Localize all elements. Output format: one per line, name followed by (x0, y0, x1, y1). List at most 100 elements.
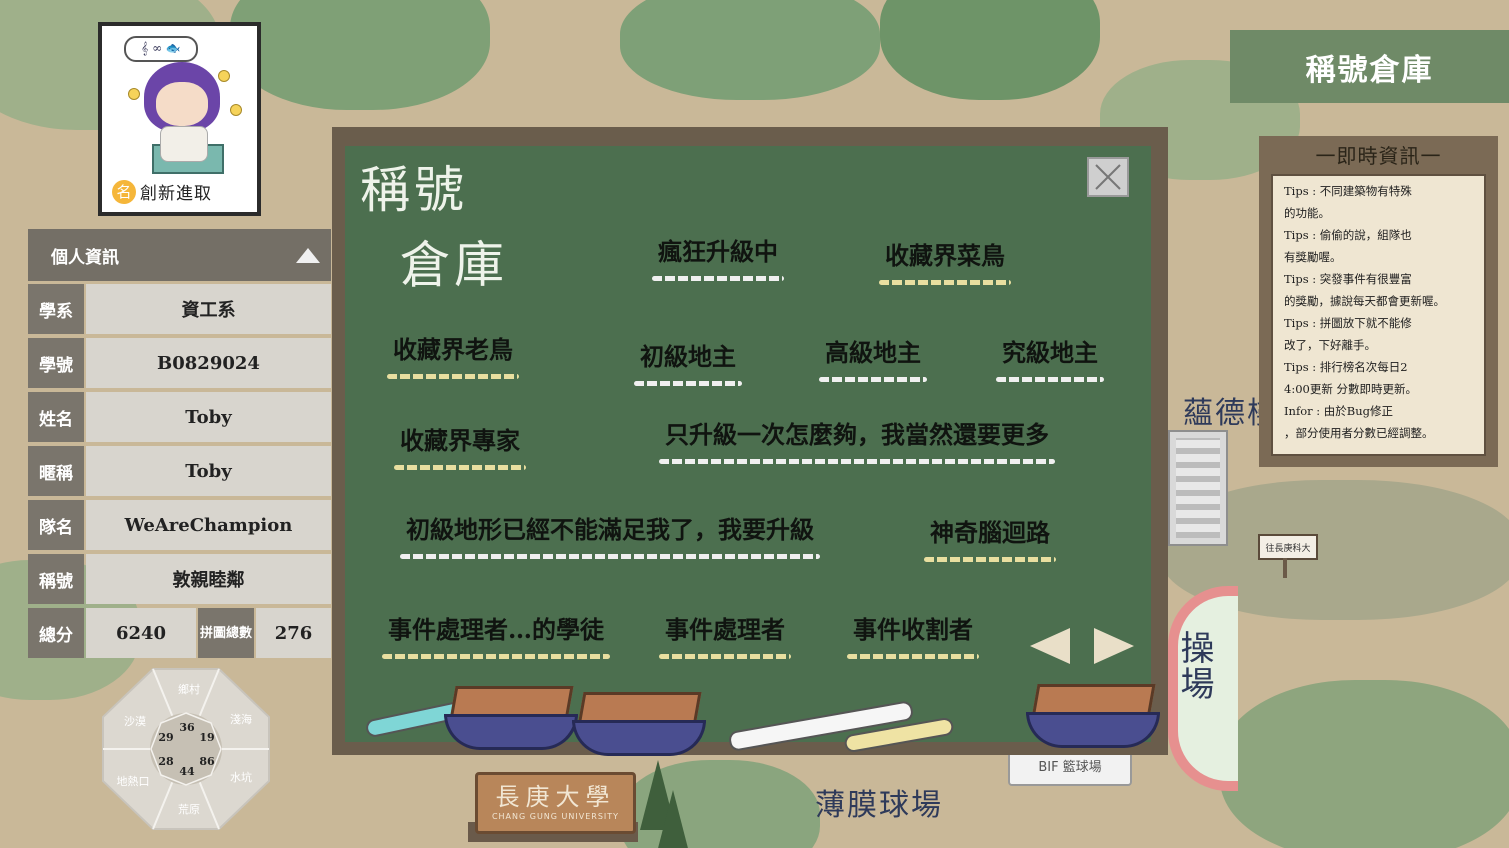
lightbulb-icon (218, 70, 230, 82)
name-badge-icon: 名 (112, 179, 136, 204)
map-terrain (620, 0, 880, 100)
info-row-student-id: 學號 B0829024 (28, 338, 331, 388)
chalk-underline (996, 377, 1104, 382)
info-row-title: 稱號 敦親睦鄰 (28, 554, 331, 604)
lightbulb-icon (128, 88, 140, 100)
title-option[interactable]: 初級地形已經不能滿足我了，我要升級 (400, 510, 820, 559)
title-option-label: 事件處理者…的學徒 (388, 615, 604, 644)
news-line: 4:00更新 分數即時更新。 (1284, 382, 1417, 396)
terrain-value-geothermal: 28 (158, 755, 174, 768)
eraser (444, 686, 578, 750)
title-option-label: 事件處理者 (665, 615, 785, 644)
direction-sign: 往長庚科大 (1258, 534, 1318, 560)
tree (655, 790, 691, 848)
news-line: Tips : 不同建築物有特殊 (1284, 184, 1412, 198)
court-label: 薄膜球場 (815, 788, 943, 823)
title-option[interactable]: 只升級一次怎麼夠，我當然還要更多 (659, 415, 1055, 464)
page-title: 稱號倉庫 (1230, 30, 1509, 103)
board-title-line1: 稱號 (360, 161, 468, 219)
info-value: WeAreChampion (86, 500, 331, 550)
title-option[interactable]: 收藏界專家 (394, 421, 526, 470)
avatar-face (156, 82, 208, 126)
news-line: Infor : 由於Bug修正 (1284, 404, 1394, 418)
title-option-label: 收藏界菜鳥 (885, 241, 1005, 270)
campus-gate: 長庚大學 CHANG GUNG UNIVERSITY (475, 772, 636, 834)
field-label: 操場 (1174, 630, 1214, 702)
info-label: 隊名 (28, 500, 84, 550)
chalk-underline (847, 654, 979, 659)
title-option-label: 高級地主 (825, 338, 921, 367)
title-option[interactable]: 事件處理者 (659, 610, 791, 659)
terrain-value-puddle: 86 (199, 755, 215, 768)
terrain-label-geothermal: 地熱口 (117, 775, 150, 788)
sign-post (1283, 558, 1287, 578)
title-option-label: 事件收割者 (853, 615, 973, 644)
chalk-underline (387, 374, 519, 379)
chalk-underline (924, 557, 1056, 562)
info-value: B0829024 (86, 338, 331, 388)
title-option[interactable]: 初級地主 (634, 337, 742, 386)
chalk-underline (659, 654, 791, 659)
info-row-team: 隊名 WeAreChampion (28, 500, 331, 550)
title-option[interactable]: 事件處理者…的學徒 (382, 610, 610, 659)
title-option[interactable]: 收藏界菜鳥 (879, 236, 1011, 285)
info-panel-header[interactable]: 個人資訊 (28, 229, 331, 281)
news-line: 的功能。 (1284, 206, 1330, 220)
title-option[interactable]: 神奇腦迴路 (924, 513, 1056, 562)
terrain-value-village: 36 (179, 721, 195, 734)
terrain-label-village: 鄉村 (178, 682, 200, 696)
info-row-department: 學系 資工系 (28, 284, 331, 334)
board-title-line2: 倉庫 (400, 236, 508, 294)
terrain-value-wasteland: 44 (179, 765, 195, 778)
close-button[interactable] (1087, 157, 1129, 197)
eraser (1026, 684, 1160, 748)
chalk-underline (652, 276, 784, 281)
chalk-underline (400, 554, 820, 559)
title-option[interactable]: 收藏界老鳥 (387, 330, 519, 379)
title-option-label: 初級地形已經不能滿足我了，我要升級 (406, 515, 814, 544)
info-value: 敦親睦鄰 (86, 554, 331, 604)
chalk-underline (394, 465, 526, 470)
terrain-label-desert: 沙漠 (124, 715, 146, 728)
news-board-header: 一即時資訊一 (1315, 144, 1442, 168)
news-line: ，部分使用者分數已經調整。 (1284, 426, 1434, 440)
info-row-score: 總分 6240 拼圖總數 276 (28, 608, 331, 658)
info-label: 學系 (28, 284, 84, 334)
chalk-underline (634, 381, 742, 386)
terrain-label-shallow-sea: 淺海 (230, 712, 252, 726)
gate-title: 長庚大學 (495, 783, 616, 811)
news-line: Tips : 突發事件有很豐富 (1284, 272, 1412, 286)
next-page-arrow-icon[interactable] (1094, 628, 1134, 664)
chalk-underline (659, 459, 1055, 464)
terrain-label-wasteland: 荒原 (178, 803, 200, 816)
current-title-text: 創新進取 (140, 184, 212, 204)
avatar-card[interactable]: 𝄞 ∞ 🐟 名 創新進取 (98, 22, 261, 216)
news-line: Tips : 排行榜名次每日2 (1284, 360, 1408, 374)
title-option[interactable]: 高級地主 (819, 333, 927, 382)
title-option[interactable]: 瘋狂升級中 (652, 232, 784, 281)
score-label: 總分 (28, 608, 84, 658)
score-value: 6240 (86, 608, 196, 658)
terrain-label-puddle: 水坑 (230, 770, 252, 784)
title-option-label: 只升級一次怎麼夠，我當然還要更多 (665, 420, 1049, 449)
info-value: Toby (86, 446, 331, 496)
thought-bubble: 𝄞 ∞ 🐟 (124, 36, 198, 62)
title-option[interactable]: 事件收割者 (847, 610, 979, 659)
chalk-underline (879, 280, 1011, 285)
puzzle-count-value: 276 (256, 608, 331, 658)
terrain-value-desert: 29 (158, 731, 173, 744)
news-line: Tips : 偷偷的說，組隊也 (1284, 228, 1412, 242)
map-terrain (230, 0, 490, 110)
eraser (572, 692, 706, 756)
puzzle-count-label: 拼圖總數 (198, 608, 254, 658)
info-row-nickname: 暱稱 Toby (28, 446, 331, 496)
prev-page-arrow-icon[interactable] (1030, 628, 1070, 664)
info-label: 姓名 (28, 392, 84, 442)
collapse-triangle-icon[interactable] (296, 248, 320, 263)
info-panel-title: 個人資訊 (51, 247, 119, 268)
terrain-value-shallow-sea: 19 (199, 731, 214, 744)
title-option-label: 收藏界老鳥 (393, 335, 513, 364)
title-option[interactable]: 究級地主 (996, 333, 1104, 382)
gate-subtitle: CHANG GUNG UNIVERSITY (491, 812, 620, 821)
lightbulb-icon (230, 104, 242, 116)
